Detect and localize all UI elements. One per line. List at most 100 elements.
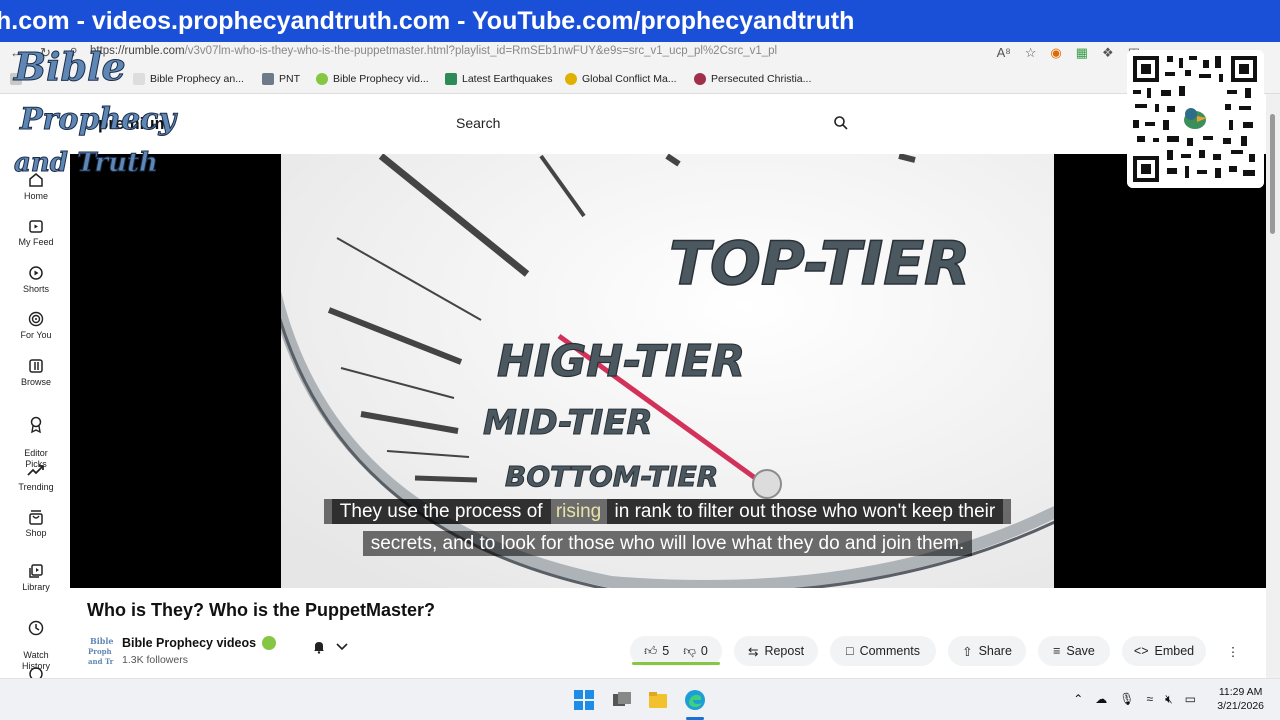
caption-line-2: secrets, and to look for those who will … <box>281 529 1054 559</box>
svg-text:Proph: Proph <box>88 647 112 656</box>
bookmark-item[interactable]: PNT <box>262 73 300 85</box>
save-label: Save <box>1066 644 1095 658</box>
bookmark-item[interactable]: Latest Earthquakes <box>445 73 552 85</box>
channel-avatar[interactable]: Bible Proph and Tr <box>88 634 124 666</box>
qr-code <box>1127 50 1264 188</box>
sidebar-item-for-you[interactable]: For You <box>0 311 72 340</box>
sidebar-item-shorts[interactable]: Shorts <box>0 265 72 294</box>
scrollbar-thumb[interactable] <box>1270 114 1275 234</box>
caption-text: They use the process of <box>331 499 551 524</box>
shorts-icon <box>29 266 43 280</box>
collections-icon[interactable]: ▦ <box>1076 45 1088 61</box>
sidebar-item-browse[interactable]: Browse <box>0 358 72 387</box>
favorite-star-icon[interactable]: ☆ <box>1025 45 1037 61</box>
sidebar-item-label: My Feed <box>18 237 54 247</box>
watermark-word: Bible <box>14 44 127 90</box>
sidebar-item-my-feed[interactable]: My Feed <box>0 218 72 247</box>
bookmark-item[interactable]: Bible Prophecy vid... <box>316 73 429 85</box>
bookmark-item[interactable]: Global Conflict Ma... <box>565 73 677 85</box>
qr-code-image <box>1127 50 1264 188</box>
windows-start-icon[interactable] <box>574 690 594 710</box>
overlay-banner: h.com - videos.prophecyandtruth.com - Yo… <box>0 0 1280 42</box>
wifi-icon[interactable]: ≈ <box>1147 692 1154 707</box>
avatar-text: Bible <box>90 636 114 646</box>
notification-toggle[interactable] <box>312 640 348 654</box>
taskbar: ⌃ ☁ 🎙︎ ≈ 🔇︎ ▭ 11:29 AM 3/21/2026 <box>0 678 1280 720</box>
speaker-icon[interactable]: 🔇︎ <box>1165 692 1173 707</box>
bookmark-label: Bible Prophecy vid... <box>333 73 429 85</box>
dislike-count: 0 <box>700 644 708 658</box>
page-content: premium Home My Feed Shorts For You Brow… <box>0 94 1266 678</box>
url-path: /v3v07lm-who-is-they-who-is-the-puppetma… <box>184 45 778 57</box>
task-view-icon[interactable] <box>612 691 632 709</box>
search-input[interactable] <box>456 115 816 131</box>
bookmark-label: Global Conflict Ma... <box>582 73 677 85</box>
watermark-word: Prophecy <box>20 102 177 138</box>
repost-label: Repost <box>764 644 805 658</box>
caption-line-1: They use the process of rising in rank t… <box>281 497 1054 527</box>
sidebar-item-shop[interactable]: Shop <box>0 509 72 538</box>
trending-icon <box>27 465 44 476</box>
bookmark-favicon-icon <box>262 73 274 85</box>
award-icon <box>30 416 42 434</box>
chevron-up-icon[interactable]: ⌃ <box>1073 692 1083 707</box>
page-scrollbar[interactable] <box>1266 94 1280 678</box>
more-options-button[interactable]: ⋮ <box>1218 636 1248 666</box>
read-aloud-icon[interactable]: A⁸ <box>997 45 1011 61</box>
puzzle-icon[interactable]: ❖ <box>1102 45 1114 61</box>
file-explorer-icon[interactable] <box>648 691 668 709</box>
repost-button[interactable]: ⇆ Repost <box>734 636 818 666</box>
save-button[interactable]: ≡ Save <box>1038 636 1110 666</box>
video-player[interactable]: TOP-TIER HIGH-TIER MID-TIER BOTTOM-TIER … <box>70 154 1266 588</box>
history-icon <box>28 620 44 636</box>
bookmark-favicon-icon <box>316 73 328 85</box>
bookmark-favicon-icon <box>445 73 457 85</box>
dislike-button[interactable]: 👎︎ 0 <box>683 644 708 659</box>
verified-badge-icon <box>262 636 277 650</box>
like-button[interactable]: 👍︎ 5 <box>644 644 669 659</box>
caption-text: secrets, and to look for those who will … <box>362 531 973 556</box>
system-clock[interactable]: 11:29 AM 3/21/2026 <box>1217 685 1264 713</box>
comments-button[interactable]: □ Comments <box>830 636 936 666</box>
video-frame: TOP-TIER HIGH-TIER MID-TIER BOTTOM-TIER … <box>281 154 1054 588</box>
chevron-down-icon <box>336 643 348 651</box>
vote-ratio-bar <box>632 662 720 665</box>
code-icon: <> <box>1133 644 1149 658</box>
sidebar-item-label: Trending <box>18 482 54 492</box>
clock-date: 3/21/2026 <box>1217 700 1264 712</box>
microphone-icon[interactable]: 🎙︎ <box>1119 692 1134 707</box>
sidebar-item-watch-history[interactable]: Watch History <box>0 609 72 672</box>
sidebar-item-label: For You <box>20 330 52 340</box>
svg-text:and Tr: and Tr <box>88 657 114 666</box>
target-icon <box>28 311 44 327</box>
sidebar-item-editor-picks[interactable]: Editor Picks <box>0 405 72 470</box>
clock-time: 11:29 AM <box>1218 686 1263 698</box>
extension-icon[interactable]: ◉ <box>1050 45 1061 61</box>
caption-highlight: rising <box>555 501 602 522</box>
edge-browser-icon[interactable] <box>684 689 706 711</box>
more-vertical-icon: ⋮ <box>1226 644 1240 659</box>
comment-icon: □ <box>846 644 854 658</box>
address-bar-row: ← ↻ ⚲ https://rumble.com/v3v07lm-who-is-… <box>0 42 1280 66</box>
sidebar-item-library[interactable]: Library <box>0 563 72 592</box>
share-button[interactable]: ⇧ Share <box>948 636 1026 666</box>
cloud-icon[interactable]: ☁ <box>1095 692 1107 707</box>
bookmark-label: Persecuted Christia... <box>711 73 812 85</box>
channel-name-text: Bible Prophecy videos <box>122 636 257 650</box>
sidebar-item-trending[interactable]: Trending <box>0 463 72 492</box>
bookmark-label: Latest Earthquakes <box>462 73 553 85</box>
browse-icon <box>29 359 43 373</box>
feed-icon <box>29 220 43 233</box>
channel-name[interactable]: Bible Prophecy videos <box>122 636 277 650</box>
url-field[interactable]: https://rumble.com/v3v07lm-who-is-they-w… <box>90 45 777 57</box>
video-title: Who is They? Who is the PuppetMaster? <box>87 600 436 620</box>
sidebar-item-label: Home <box>23 191 48 201</box>
sidebar: Home My Feed Shorts For You Browse Edito… <box>0 154 72 678</box>
search-bar <box>443 106 858 140</box>
comments-label: Comments <box>859 644 920 658</box>
watermark-logo: Bible Prophecy and Truth <box>14 44 177 184</box>
embed-button[interactable]: <> Embed <box>1122 636 1206 666</box>
search-icon[interactable] <box>833 115 849 131</box>
bookmark-item[interactable]: Persecuted Christia... <box>694 73 811 85</box>
battery-icon[interactable]: ▭ <box>1185 692 1196 707</box>
